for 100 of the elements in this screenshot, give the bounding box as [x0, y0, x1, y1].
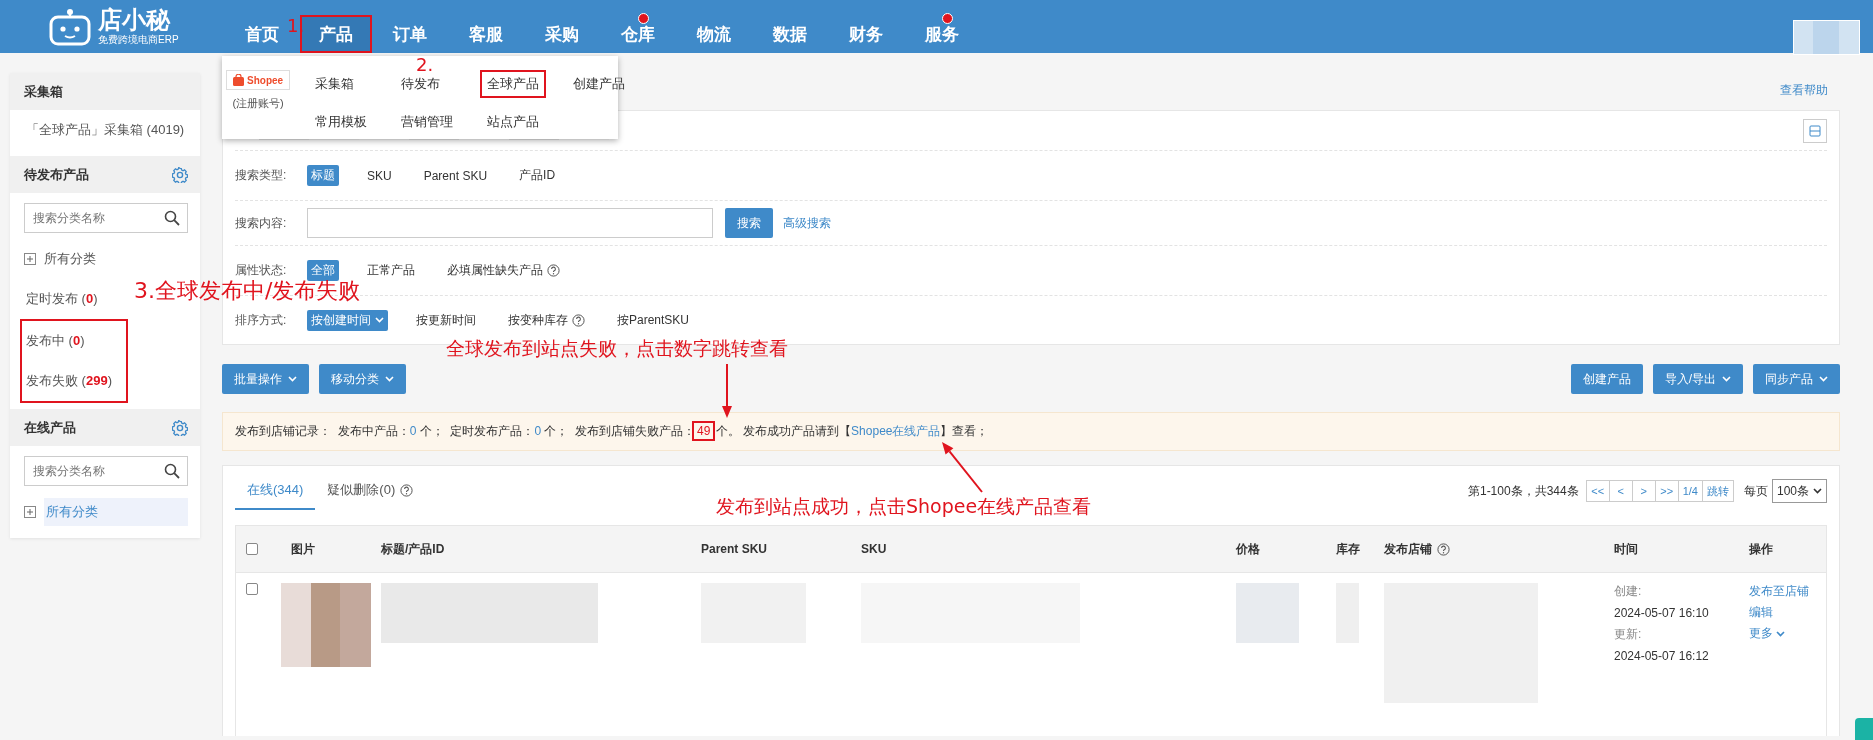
- nav-item[interactable]: 客服: [465, 15, 507, 53]
- caret-icon: [375, 317, 384, 323]
- created-time: 2024-05-07 16:10: [1614, 606, 1710, 620]
- row-checkbox[interactable]: [246, 583, 258, 595]
- collapse-button[interactable]: [1803, 118, 1827, 143]
- page-indicator: 1/4: [1677, 480, 1703, 502]
- page-button[interactable]: <: [1608, 480, 1633, 502]
- per-page-select[interactable]: 100条: [1771, 479, 1827, 503]
- created-label: 创建:: [1614, 583, 1643, 600]
- select-all-checkbox[interactable]: [246, 543, 258, 555]
- logo-text: 店小秘: [98, 6, 172, 33]
- search-icon: [164, 210, 180, 226]
- filter-option[interactable]: 必填属性缺失产品: [443, 260, 564, 281]
- tab[interactable]: 疑似删除(0): [315, 472, 426, 510]
- search-button[interactable]: 搜索: [725, 208, 773, 238]
- filter-option[interactable]: Parent SKU: [419, 166, 492, 185]
- page-button[interactable]: >>: [1654, 480, 1679, 502]
- filter-option[interactable]: 标题: [307, 165, 339, 186]
- gear-icon: [172, 166, 188, 183]
- filter-label: 属性状态:: [235, 262, 288, 279]
- filter-option[interactable]: 按创建时间: [307, 309, 388, 331]
- gear-icon: [172, 419, 188, 436]
- action-button[interactable]: 同步产品: [1753, 364, 1840, 394]
- menu-item[interactable]: 采集箱: [308, 70, 375, 98]
- help-link[interactable]: 查看帮助: [1780, 82, 1828, 99]
- column-header: 图片: [291, 540, 315, 558]
- menu-item[interactable]: 常用模板: [308, 108, 375, 136]
- filter-option[interactable]: 全部: [307, 260, 339, 281]
- shopping-bag-icon: [233, 74, 244, 86]
- menu-item[interactable]: 营销管理: [394, 108, 461, 136]
- platform-note: (注册账号): [232, 96, 284, 111]
- caret-icon: [1776, 630, 1785, 637]
- caret-icon: [1722, 376, 1731, 382]
- filter-option[interactable]: 按ParentSKU: [613, 309, 694, 331]
- column-header: 库存: [1336, 540, 1360, 558]
- annotation-arrow: [722, 363, 732, 418]
- nav-item[interactable]: 采购: [541, 15, 583, 53]
- avatar-placeholder: [1793, 20, 1860, 55]
- count-link[interactable]: 0: [534, 424, 542, 438]
- tree-item[interactable]: 所有分类: [44, 498, 188, 526]
- column-header: 标题/产品ID: [381, 540, 445, 558]
- nav-item[interactable]: 仓库: [617, 15, 659, 53]
- page-button[interactable]: >: [1631, 480, 1656, 502]
- nav-item[interactable]: 产品: [300, 15, 372, 53]
- section-title: 待发布产品: [24, 165, 89, 184]
- annotation-arrow: [942, 442, 983, 493]
- page-button[interactable]: <<: [1585, 480, 1610, 502]
- online-products-link[interactable]: Shopee在线产品: [851, 424, 941, 438]
- filter-label: 搜索内容:: [235, 214, 288, 232]
- tree-item[interactable]: 所有分类: [44, 245, 188, 273]
- per-page-label: 每页: [1743, 482, 1768, 500]
- nav-item[interactable]: 财务: [845, 15, 887, 53]
- nav-item[interactable]: 首页: [241, 15, 283, 53]
- action-button[interactable]: 创建产品: [1570, 364, 1643, 394]
- logo-tagline: 免费跨境电商ERP: [98, 32, 179, 47]
- updated-label: 更新:: [1614, 626, 1643, 643]
- platform-badge[interactable]: Shopee: [226, 70, 291, 90]
- count-link[interactable]: 0: [409, 424, 417, 438]
- help-icon: [400, 483, 414, 497]
- tab[interactable]: 在线(344): [235, 472, 316, 510]
- filter-option[interactable]: 正常产品: [363, 260, 419, 281]
- sidebar-item[interactable]: 发布中 (0): [22, 321, 85, 361]
- menu-item[interactable]: 站点产品: [480, 108, 547, 136]
- action-button[interactable]: 批量操作: [222, 364, 309, 394]
- notification-dot: [638, 13, 649, 24]
- filter-option[interactable]: 产品ID: [515, 165, 560, 186]
- sidebar-item[interactable]: 「全球产品」采集箱 (4019): [18, 110, 185, 150]
- filter-option[interactable]: SKU: [363, 166, 396, 185]
- filter-option[interactable]: 按变种库存: [504, 309, 589, 331]
- caret-icon: [288, 376, 297, 382]
- nav-item[interactable]: 服务: [921, 15, 963, 53]
- count-link[interactable]: 49: [695, 424, 713, 438]
- advanced-search-link[interactable]: 高级搜索: [783, 214, 831, 232]
- nav-item[interactable]: 物流: [693, 15, 735, 53]
- caret-icon: [1819, 376, 1828, 382]
- action-button[interactable]: 移动分类: [319, 364, 406, 394]
- search-icon: [164, 463, 180, 479]
- annotation-text: 发布到站点成功，点击Shopee在线产品查看: [716, 494, 1092, 519]
- filter-option[interactable]: 按更新时间: [412, 309, 480, 331]
- row-action-link[interactable]: 编辑: [1749, 604, 1773, 621]
- menu-item[interactable]: 创建产品: [566, 70, 633, 98]
- jump-button[interactable]: 跳转: [1701, 480, 1734, 502]
- sidebar-item[interactable]: 发布失败 (299): [22, 361, 112, 401]
- row-action-link[interactable]: 发布至店铺: [1749, 583, 1809, 600]
- sidebar-item[interactable]: 定时发布 (0): [18, 279, 98, 319]
- menu-item[interactable]: 全球产品: [480, 70, 547, 98]
- chat-icon[interactable]: [1855, 718, 1873, 740]
- search-input[interactable]: [307, 208, 713, 238]
- category-search-field[interactable]: 搜索分类名称: [24, 456, 188, 486]
- column-header: 操作: [1749, 540, 1773, 558]
- column-header: 时间: [1614, 540, 1638, 558]
- more-link[interactable]: 更多: [1749, 625, 1785, 642]
- nav-item[interactable]: 订单: [389, 15, 431, 53]
- notice-text: 发布到店铺记录： 发布中产品：0 个； 定时发布产品：0 个； 发布到店铺失败产品： 49 个。 发布成功产品请到【Shopee在线产品】查看；: [235, 423, 1827, 440]
- help-icon: [572, 313, 585, 327]
- expand-icon: [24, 253, 36, 265]
- section-title: 在线产品: [24, 418, 76, 437]
- nav-item[interactable]: 数据: [769, 15, 811, 53]
- action-button[interactable]: 导入/导出: [1652, 364, 1743, 394]
- category-search-field[interactable]: 搜索分类名称: [24, 203, 188, 233]
